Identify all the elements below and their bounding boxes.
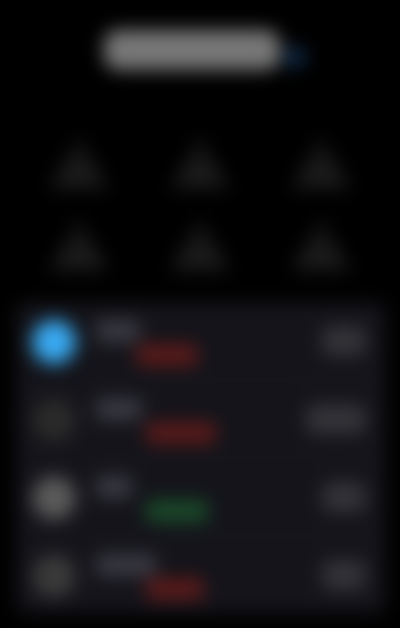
list-item[interactable] [16,458,386,536]
screen [0,0,400,628]
status-dot [284,46,306,68]
avatar [32,320,76,364]
list-item[interactable] [16,536,386,614]
avatar [32,554,76,598]
status-badge [136,344,198,366]
avatar [32,398,76,442]
row-title [96,554,156,576]
status-badge [146,422,216,444]
list-item[interactable] [16,380,386,458]
row-action-button[interactable] [322,326,366,356]
status-badge [146,578,204,600]
grid-item-2[interactable] [145,128,255,200]
row-action-button[interactable] [322,482,366,512]
status-badge [146,500,208,522]
list-card [16,302,386,614]
row-action-button[interactable] [322,560,366,590]
list-item[interactable] [16,302,386,380]
row-title [96,398,142,420]
row-title [96,320,140,342]
icon-grid [16,128,384,288]
row-title [96,476,132,498]
grid-item-4[interactable] [24,210,134,282]
avatar [32,476,76,520]
grid-item-5[interactable] [145,210,255,282]
row-action-button[interactable] [306,404,366,434]
grid-item-3[interactable] [266,128,376,200]
grid-item-1[interactable] [24,128,134,200]
header-title[interactable] [104,30,280,70]
grid-item-6[interactable] [266,210,376,282]
